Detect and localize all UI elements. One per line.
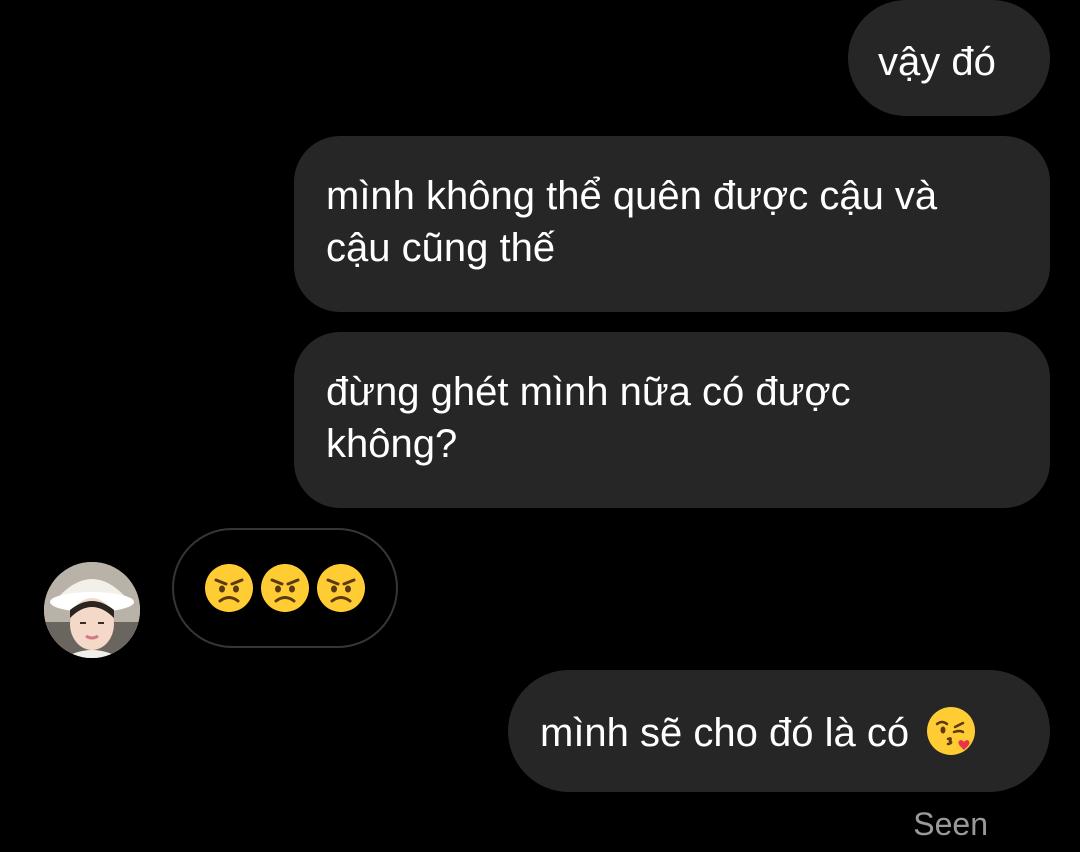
avatar-image — [44, 562, 140, 658]
avatar[interactable] — [44, 562, 140, 658]
message-text-line: đừng ghét mình nữa có được — [326, 370, 851, 414]
angry-face-icon — [317, 564, 365, 612]
message-bubble-outgoing[interactable]: đừng ghét mình nữa có được không? — [294, 332, 1050, 508]
face-blowing-kiss-icon — [927, 707, 976, 755]
message-text-line: mình không thể quên được cậu và — [326, 174, 938, 218]
message-bubble-incoming[interactable] — [172, 528, 398, 648]
seen-status: Seen — [913, 806, 988, 842]
message-text-line: cậu cũng thế — [326, 226, 556, 270]
message-text: mình sẽ cho đó là có — [540, 711, 910, 755]
message-bubble-outgoing[interactable]: mình không thể quên được cậu và cậu cũng… — [294, 136, 1050, 312]
message-bubble-outgoing[interactable]: vậy đó — [848, 0, 1050, 116]
message-bubble-outgoing[interactable]: mình sẽ cho đó là có — [508, 670, 1050, 792]
message-text: vậy đó — [878, 40, 996, 84]
message-text-line: không? — [326, 422, 458, 466]
angry-face-icon — [205, 564, 253, 612]
angry-face-icon — [261, 564, 309, 612]
